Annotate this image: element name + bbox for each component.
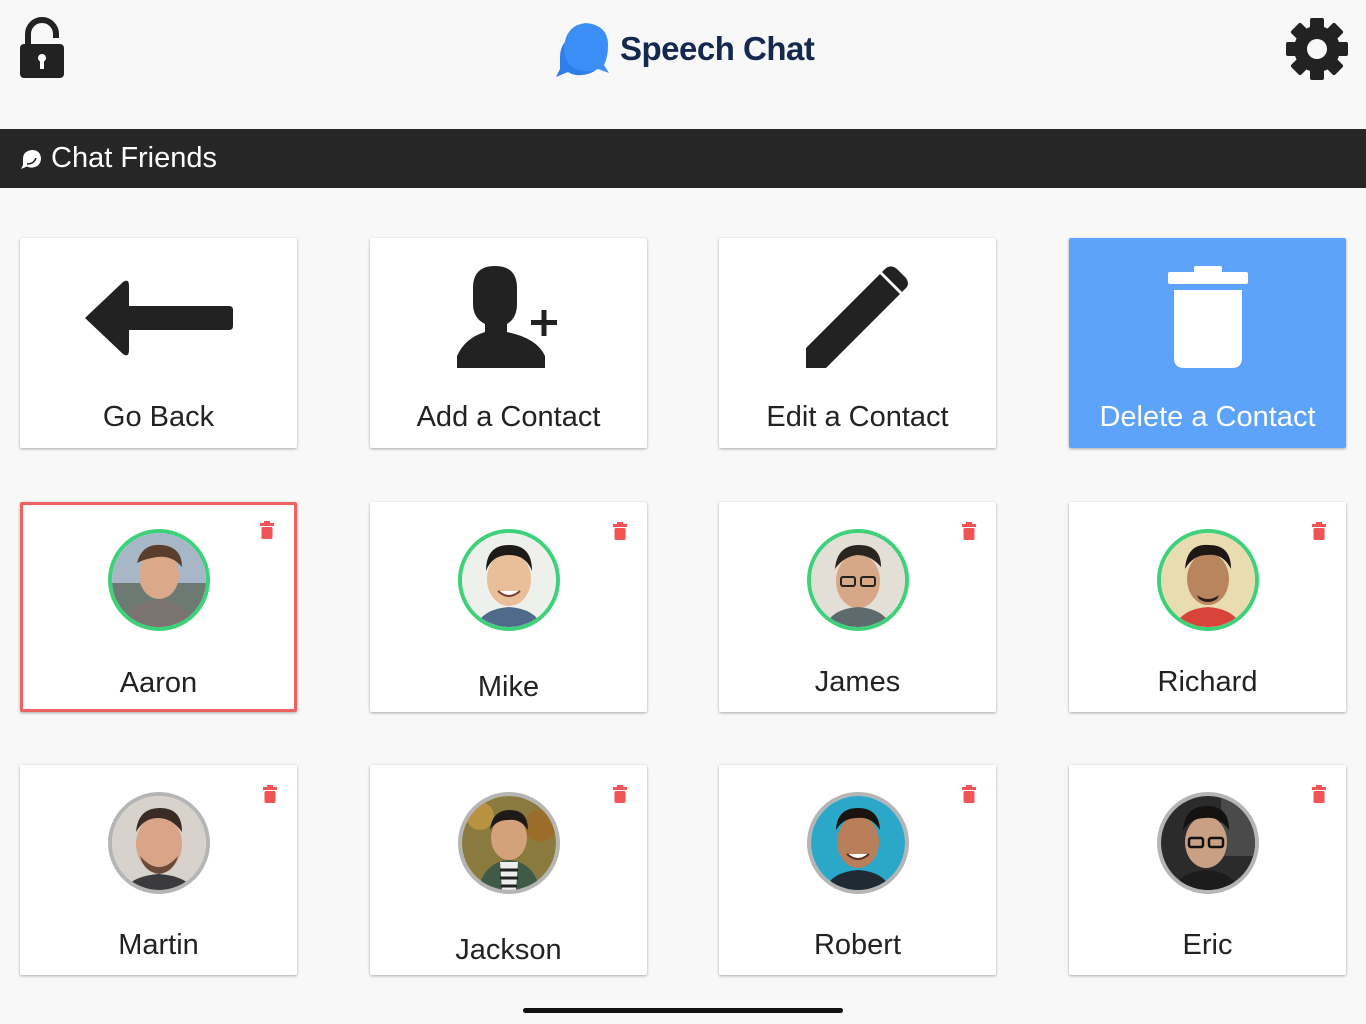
add-user-icon [456,266,557,368]
pencil-icon [805,266,908,368]
trash-icon[interactable] [1312,522,1326,540]
avatar-photo [810,533,905,627]
trash-icon[interactable] [263,785,277,803]
delete-contact-button[interactable]: Delete a Contact [1069,238,1346,448]
contact-name: Mike [477,671,540,703]
go-back-button[interactable]: Go Back [20,238,297,448]
trash-icon [1167,266,1248,368]
add-contact-button[interactable]: Add a Contact [370,238,647,448]
speech-bubbles-logo-icon [556,23,609,77]
contact-card-aaron[interactable]: Aaron [20,502,297,712]
avatar-photo [111,533,206,627]
top-bar: Speech Chat [0,0,1366,128]
trash-icon[interactable] [1312,785,1326,803]
contact-name: Jackson [455,934,562,966]
contact-card-robert[interactable]: Robert [719,765,996,975]
home-indicator[interactable] [523,1008,843,1013]
avatar-photo [1160,796,1255,890]
arrow-left-icon [84,280,233,356]
contact-name: Aaron [119,667,198,699]
contact-card-martin[interactable]: Martin [20,765,297,975]
avatar [806,792,909,894]
section-title: Chat Friends [51,142,218,174]
unlock-button[interactable] [16,16,68,82]
go-back-label: Go Back [102,401,215,433]
avatar [457,529,560,631]
app-title: Speech Chat [620,30,815,67]
avatar [107,792,210,894]
delete-contact-label: Delete a Contact [1099,401,1316,433]
contact-name: Richard [1157,666,1258,698]
contact-card-eric[interactable]: Eric [1069,765,1346,975]
contact-card-james[interactable]: James [719,502,996,712]
contact-name: James [814,666,901,698]
contact-card-richard[interactable]: Richard [1069,502,1346,712]
contact-name: Martin [118,929,199,961]
avatar [107,529,210,631]
add-contact-label: Add a Contact [416,401,601,433]
avatar-photo [1160,533,1255,627]
contact-name: Eric [1182,929,1233,961]
edit-contact-button[interactable]: Edit a Contact [719,238,996,448]
contact-card-mike[interactable]: Mike [370,502,647,712]
settings-button[interactable] [1284,16,1350,82]
chat-bubble-icon [21,149,41,169]
avatar-photo [461,533,556,627]
avatar [1156,529,1259,631]
trash-icon[interactable] [962,522,976,540]
avatar-photo [810,796,905,890]
trash-icon[interactable] [962,785,976,803]
trash-icon[interactable] [613,785,627,803]
section-header: Chat Friends [0,129,1366,188]
trash-icon[interactable] [613,522,627,540]
gear-icon [1286,18,1348,80]
avatar [457,792,560,894]
avatar [806,529,909,631]
contact-name: Robert [813,929,902,961]
contact-card-jackson[interactable]: Jackson [370,765,647,975]
avatar-photo [111,796,206,890]
avatar-photo [461,796,556,890]
edit-contact-label: Edit a Contact [766,401,949,433]
avatar [1156,792,1259,894]
unlock-icon [20,17,64,78]
app-logo: Speech Chat [552,18,815,80]
trash-icon[interactable] [260,521,274,539]
